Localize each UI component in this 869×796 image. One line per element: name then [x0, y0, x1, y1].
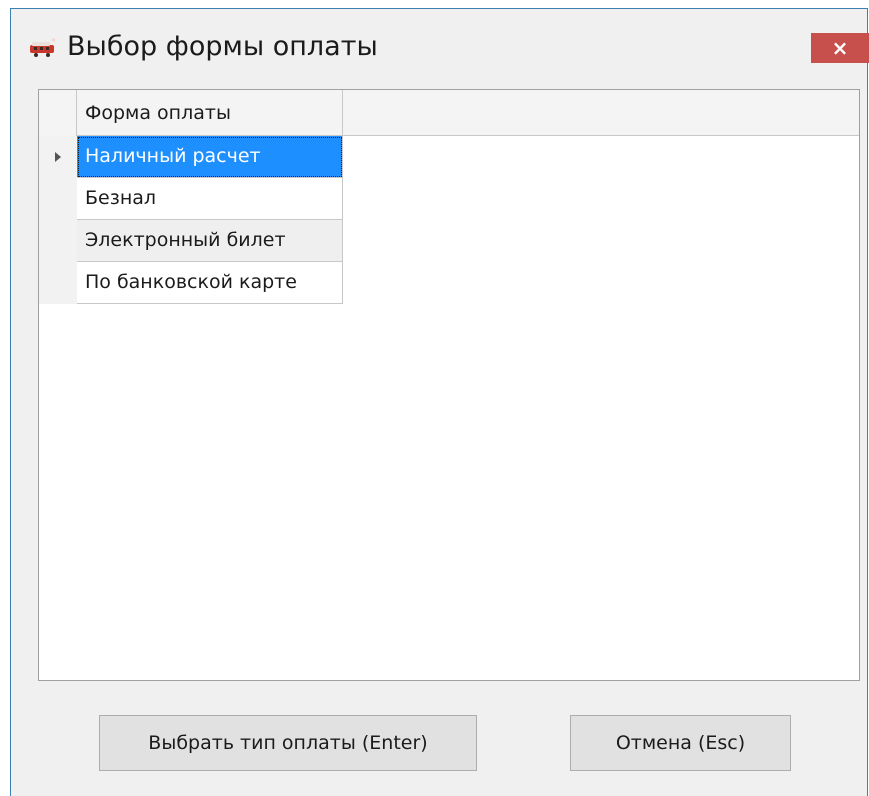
current-row-indicator-icon	[55, 152, 61, 162]
title-bar[interactable]: Выбор формы оплаты ×	[11, 9, 869, 83]
cancel-button[interactable]: Отмена (Esc)	[570, 715, 791, 771]
train-icon	[29, 37, 57, 59]
select-payment-button[interactable]: Выбрать тип оплаты (Enter)	[99, 715, 477, 771]
payment-form-dialog: Выбор формы оплаты × Форма оплаты Наличн…	[10, 8, 869, 796]
payment-type-grid[interactable]: Форма оплаты Наличный расчет Безнал Элек…	[38, 89, 860, 681]
table-row[interactable]: По банковской карте	[77, 262, 343, 304]
close-icon: ×	[831, 36, 849, 60]
close-button[interactable]: ×	[811, 33, 869, 63]
table-row[interactable]: Безнал	[77, 178, 343, 220]
grid-header: Форма оплаты	[39, 90, 859, 136]
row-header-corner	[39, 90, 77, 136]
column-header-payment-form[interactable]: Форма оплаты	[77, 90, 343, 136]
window-title: Выбор формы оплаты	[67, 31, 378, 62]
table-row[interactable]: Наличный расчет	[77, 136, 343, 178]
table-row[interactable]: Электронный билет	[77, 220, 343, 262]
